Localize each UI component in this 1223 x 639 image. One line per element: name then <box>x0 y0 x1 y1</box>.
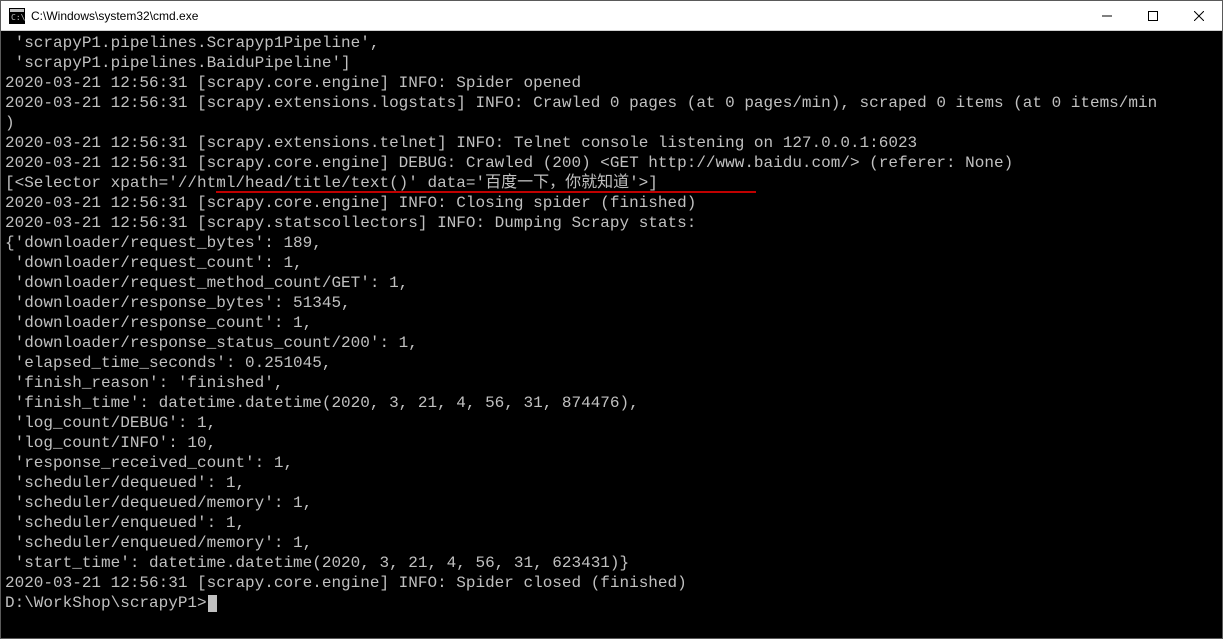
window-title: C:\Windows\system32\cmd.exe <box>31 9 1084 23</box>
terminal-line: 'scheduler/dequeued/memory': 1, <box>5 493 1218 513</box>
terminal-line: 'finish_reason': 'finished', <box>5 373 1218 393</box>
terminal-line: 'scrapyP1.pipelines.Scrapyp1Pipeline', <box>5 33 1218 53</box>
terminal-line: 'downloader/response_count': 1, <box>5 313 1218 333</box>
terminal-line: 2020-03-21 12:56:31 [scrapy.core.engine]… <box>5 193 1218 213</box>
terminal-line: 2020-03-21 12:56:31 [scrapy.core.engine]… <box>5 573 1218 593</box>
terminal-line: 'response_received_count': 1, <box>5 453 1218 473</box>
terminal-line: ) <box>5 113 1218 133</box>
terminal-line: 'log_count/DEBUG': 1, <box>5 413 1218 433</box>
terminal-line: 2020-03-21 12:56:31 [scrapy.core.engine]… <box>5 153 1218 173</box>
close-button[interactable] <box>1176 1 1222 31</box>
terminal-line: 2020-03-21 12:56:31 [scrapy.core.engine]… <box>5 73 1218 93</box>
terminal-line: 'downloader/request_method_count/GET': 1… <box>5 273 1218 293</box>
window-controls <box>1084 1 1222 30</box>
terminal-line: 'downloader/response_status_count/200': … <box>5 333 1218 353</box>
terminal-line: 'elapsed_time_seconds': 0.251045, <box>5 353 1218 373</box>
terminal-line: 2020-03-21 12:56:31 [scrapy.extensions.l… <box>5 93 1218 113</box>
minimize-button[interactable] <box>1084 1 1130 31</box>
terminal-line: 2020-03-21 12:56:31 [scrapy.extensions.t… <box>5 133 1218 153</box>
terminal-line: 'start_time': datetime.datetime(2020, 3,… <box>5 553 1218 573</box>
terminal-line: 'scheduler/enqueued/memory': 1, <box>5 533 1218 553</box>
terminal-line: 'scheduler/enqueued': 1, <box>5 513 1218 533</box>
terminal-line: 'log_count/INFO': 10, <box>5 433 1218 453</box>
terminal-line: 'downloader/request_count': 1, <box>5 253 1218 273</box>
terminal-line: 'finish_time': datetime.datetime(2020, 3… <box>5 393 1218 413</box>
terminal-line: D:\WorkShop\scrapyP1> <box>5 593 1218 613</box>
terminal-line: {'downloader/request_bytes': 189, <box>5 233 1218 253</box>
cursor <box>208 595 217 612</box>
cmd-icon: C:\ <box>9 8 25 24</box>
terminal-line: 'scrapyP1.pipelines.BaiduPipeline'] <box>5 53 1218 73</box>
terminal-line: 2020-03-21 12:56:31 [scrapy.statscollect… <box>5 213 1218 233</box>
terminal-line: 'downloader/response_bytes': 51345, <box>5 293 1218 313</box>
maximize-button[interactable] <box>1130 1 1176 31</box>
terminal-output[interactable]: 'scrapyP1.pipelines.Scrapyp1Pipeline', '… <box>1 31 1222 638</box>
svg-text:C:\: C:\ <box>11 13 25 22</box>
terminal-line: 'scheduler/dequeued': 1, <box>5 473 1218 493</box>
terminal-line: [<Selector xpath='//html/head/title/text… <box>5 173 1218 193</box>
window-titlebar: C:\ C:\Windows\system32\cmd.exe <box>1 1 1222 31</box>
annotation-underline <box>216 191 756 193</box>
